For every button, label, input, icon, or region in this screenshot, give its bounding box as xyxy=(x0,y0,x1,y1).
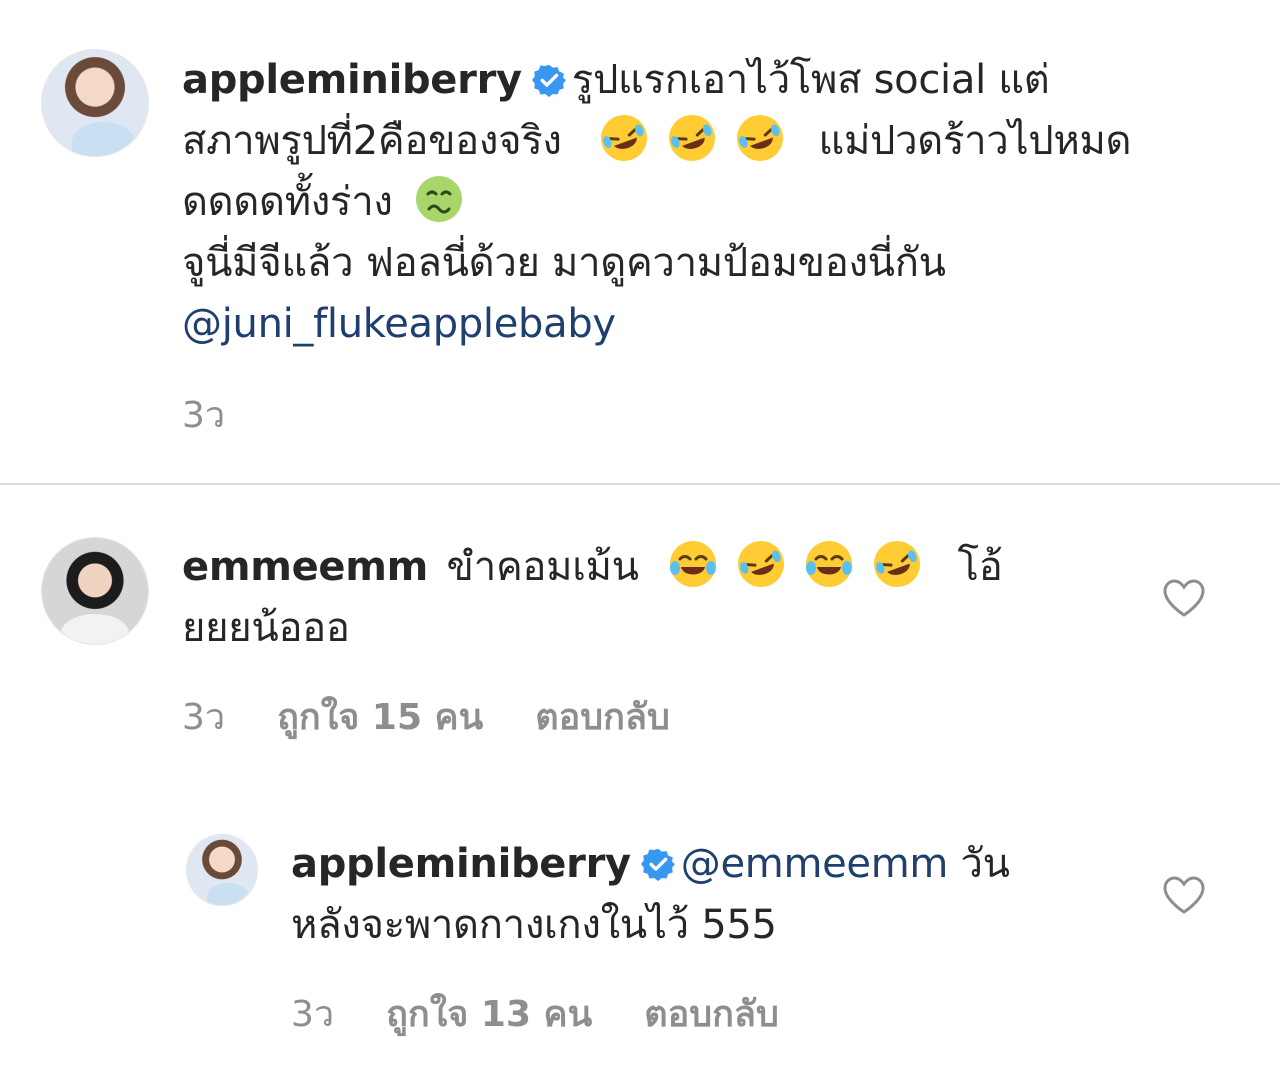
heart-outline-icon[interactable] xyxy=(1162,578,1206,618)
caption-line2b: แม่ปวดร้าวไปหมด xyxy=(818,118,1132,164)
caption-divider xyxy=(0,483,1280,485)
caption-username[interactable]: appleminiberry xyxy=(182,57,522,103)
rofl-emoji-icon xyxy=(738,541,785,587)
reply-likes[interactable]: ถูกใจ 13 คน xyxy=(386,994,592,1035)
reply-text-a: วัน xyxy=(960,841,1010,887)
comment-meta: 3ว ถูกใจ 15 คน ตอบกลับ xyxy=(182,688,722,745)
reply-text: appleminiberry @emmeemm วัน หลังจะพาดกางเ… xyxy=(291,834,1141,956)
caption-avatar[interactable] xyxy=(41,49,149,157)
reply-meta: 3ว ถูกใจ 13 คน ตอบกลับ xyxy=(291,985,831,1042)
reply-mention-link[interactable]: @emmeemm xyxy=(681,841,949,887)
reply-username[interactable]: appleminiberry xyxy=(291,841,631,887)
rofl-emoji-icon xyxy=(669,115,716,161)
rofl-emoji-icon xyxy=(601,115,648,161)
caption-meta: 3ว xyxy=(182,386,277,443)
reply-timestamp[interactable]: 3ว xyxy=(291,994,334,1035)
rofl-emoji-icon xyxy=(737,115,784,161)
comment-avatar-emmeemm[interactable] xyxy=(41,537,149,645)
comment-likes[interactable]: ถูกใจ 15 คน xyxy=(277,697,483,738)
joy-emoji-icon xyxy=(806,541,853,587)
rofl-emoji-icon xyxy=(874,541,921,587)
verified-badge-icon xyxy=(531,64,566,97)
caption-line4: จูนี่มีจีแล้ว ฟอลนี่ด้วย มาดูความป้อมของ… xyxy=(182,240,946,286)
caption-text: appleminiberry รูปแรกเอาไว้โพส social แต่… xyxy=(182,50,1242,355)
comment-text-a: ขำคอมเม้น xyxy=(446,544,639,590)
comment-text: emmeemm ขำคอมเม้น โอ้ ยยยน้อออ xyxy=(182,537,1142,659)
nauseated-emoji-icon xyxy=(416,176,463,222)
verified-badge-icon xyxy=(640,848,675,881)
caption-mention-link[interactable]: @juni_flukeapplebaby xyxy=(182,294,1242,355)
heart-outline-icon[interactable] xyxy=(1162,875,1206,915)
comment-timestamp[interactable]: 3ว xyxy=(182,697,225,738)
comment-username[interactable]: emmeemm xyxy=(182,544,428,590)
caption-line2a: สภาพรูปที่2คือของจริง xyxy=(182,118,562,164)
caption-timestamp[interactable]: 3ว xyxy=(182,395,225,436)
comment-reply-button[interactable]: ตอบกลับ xyxy=(535,697,670,738)
reply-avatar[interactable] xyxy=(186,834,258,906)
joy-emoji-icon xyxy=(670,541,717,587)
caption-line3: ดดดดทั้งร่าง xyxy=(182,179,393,225)
comment-text-b: โอ้ xyxy=(957,544,1003,590)
comment-line2: ยยยน้อออ xyxy=(182,605,350,651)
caption-line1: รูปแรกเอาไว้โพส social แต่ xyxy=(571,57,1050,103)
reply-reply-button[interactable]: ตอบกลับ xyxy=(644,994,779,1035)
reply-line2: หลังจะพาดกางเกงในไว้ 555 xyxy=(291,902,777,948)
